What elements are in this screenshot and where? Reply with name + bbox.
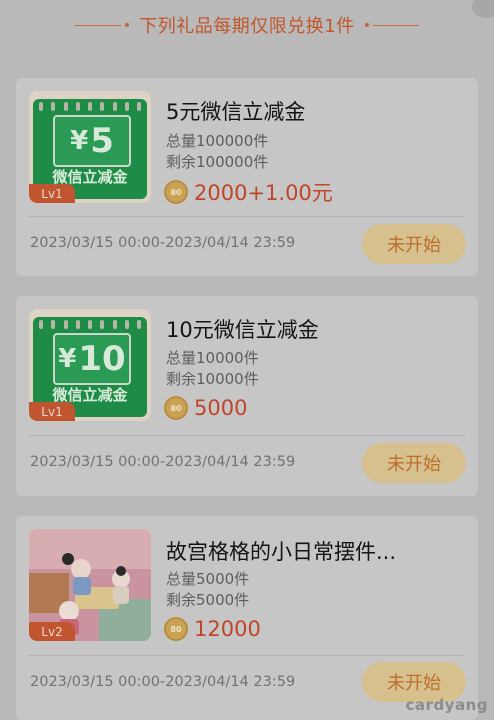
gift-thumbnail: ¥5 微信立减金 Lv1 [29,91,151,203]
gift-thumbnail: Lv2 [29,529,151,641]
gift-total: 总量5000件 [166,570,250,588]
voucher-amount: ¥5 [53,115,131,167]
gift-card[interactable]: ¥5 微信立减金 Lv1 5元微信立减金 总量100000件 剩余100000件… [16,78,478,276]
gift-price: 2000+1.00元 [194,181,333,205]
exchange-period: 2023/03/15 00:00-2023/04/14 23:59 [30,674,296,690]
gift-thumbnail: ¥10 微信立减金 Lv1 [29,309,151,421]
header-dot-right [364,23,369,27]
gift-remaining: 剩余100000件 [166,153,269,171]
gift-price: 12000 [194,617,261,641]
not-started-button[interactable]: 未开始 [362,443,466,483]
not-started-button[interactable]: 未开始 [362,224,466,264]
section-title: 下列礼品每期仅限兑换1件 [139,16,355,37]
voucher-icon: ¥5 微信立减金 Lv1 [29,91,151,203]
level-badge: Lv1 [29,184,75,203]
gift-title: 故宫格格的小日常摆件... [166,540,397,564]
level-badge: Lv2 [29,622,75,641]
gift-card[interactable]: Lv2 故宫格格的小日常摆件... 总量5000件 剩余5000件 80 120… [16,516,478,720]
gift-card[interactable]: ¥10 微信立减金 Lv1 10元微信立减金 总量10000件 剩余10000件… [16,296,478,496]
product-photo: Lv2 [29,529,151,641]
watermark: cardyang [405,696,488,714]
price-row: 80 2000+1.00元 [164,177,333,207]
gift-title: 5元微信立减金 [166,100,306,124]
gift-remaining: 剩余5000件 [166,591,250,609]
exchange-period: 2023/03/15 00:00-2023/04/14 23:59 [30,235,296,251]
level-badge: Lv1 [29,402,75,421]
voucher-amount: ¥10 [53,333,131,385]
header-line-right [372,24,419,26]
card-divider [28,655,466,656]
coin-icon: 80 [164,180,188,204]
exchange-period: 2023/03/15 00:00-2023/04/14 23:59 [30,454,296,470]
coin-icon: 80 [164,396,188,420]
gift-remaining: 剩余10000件 [166,370,259,388]
section-header: 下列礼品每期仅限兑换1件 [0,10,494,40]
price-row: 80 5000 [164,396,247,420]
voucher-icon: ¥10 微信立减金 Lv1 [29,309,151,421]
coin-icon: 80 [164,617,188,641]
gift-title: 10元微信立减金 [166,318,319,342]
gift-price: 5000 [194,396,248,420]
gift-total: 总量10000件 [166,349,259,367]
card-divider [28,435,466,436]
price-row: 80 12000 [164,617,261,641]
gift-total: 总量100000件 [166,132,269,150]
card-divider [28,216,466,217]
header-line-left [75,24,122,26]
header-dot-left [125,23,130,27]
